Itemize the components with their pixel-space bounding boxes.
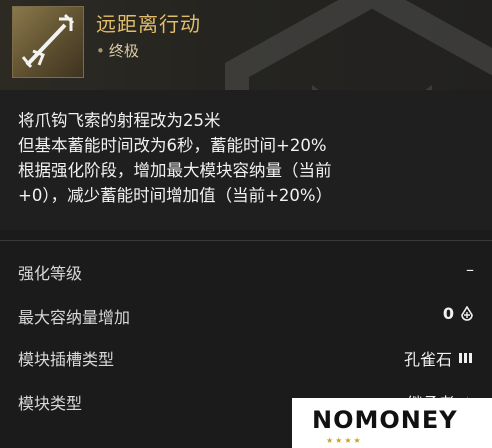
- bullet-dot-icon: •: [96, 42, 105, 60]
- stat-label: 模块插槽类型: [18, 350, 115, 369]
- background-emblem-icon: [225, 0, 492, 90]
- stat-value: –: [466, 260, 474, 279]
- stat-value: 孔雀石: [404, 346, 474, 370]
- stat-row-enhance-level: 强化等级 –: [18, 256, 474, 286]
- stat-value: 0: [443, 304, 474, 323]
- module-tier: 终极: [108, 42, 139, 60]
- stat-row-slot-type: 模块插槽类型 孔雀石: [18, 342, 474, 372]
- description-line: 根据强化阶段，增加最大模块容纳量（当前: [18, 161, 332, 180]
- module-title: 远距离行动: [96, 12, 201, 36]
- watermark-stars-icon: ★★★★: [326, 436, 363, 445]
- module-description: 将爪钩飞索的射程改为25米 但基本蓄能时间改为6秒，蓄能时间+20% 根据强化阶…: [18, 108, 478, 208]
- module-description-panel: 将爪钩飞索的射程改为25米 但基本蓄能时间改为6秒，蓄能时间+20% 根据强化阶…: [0, 90, 492, 230]
- watermark-text: NOMONEY: [312, 406, 458, 434]
- module-icon-frame: [12, 6, 84, 78]
- grapple-hook-icon: [21, 13, 75, 68]
- stat-value-text: –: [466, 260, 474, 279]
- stat-label: 模块类型: [18, 394, 83, 413]
- capacity-drop-icon: [461, 305, 473, 321]
- watermark-badge: NOMONEY ★★★★: [292, 398, 492, 448]
- description-line: 但基本蓄能时间改为6秒，蓄能时间+20%: [18, 136, 327, 155]
- module-header: 远距离行动 • 终极: [0, 0, 492, 90]
- section-divider: [0, 240, 492, 241]
- stat-label: 强化等级: [18, 264, 83, 283]
- description-line: +0），减少蓄能时间增加值（当前+20%）: [18, 186, 333, 205]
- malachite-slot-icon: [459, 353, 472, 363]
- stat-value-text: 孔雀石: [403, 350, 452, 369]
- stat-label: 最大容纳量增加: [18, 308, 131, 327]
- stat-value-text: 0: [442, 304, 454, 323]
- stat-row-capacity: 最大容纳量增加 0: [18, 300, 474, 330]
- description-line: 将爪钩飞索的射程改为25米: [18, 111, 221, 130]
- module-subtitle: • 终极: [96, 40, 139, 61]
